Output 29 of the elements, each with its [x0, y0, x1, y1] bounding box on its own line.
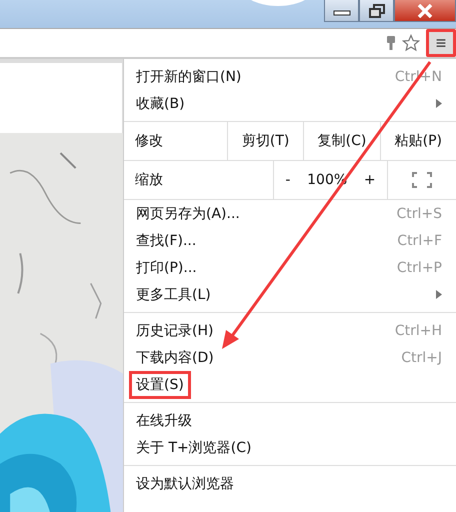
- minimize-button[interactable]: [324, 0, 359, 22]
- shortcut-text: Ctrl+H: [394, 322, 442, 338]
- menu-item[interactable]: 打开新的窗口(N): [129, 62, 248, 90]
- menu-item[interactable]: 设为默认浏览器: [129, 470, 241, 498]
- menu-item[interactable]: 网页另存为(A)...: [129, 200, 247, 228]
- shortcut-text: Ctrl+J: [401, 350, 442, 366]
- menu-item[interactable]: 关于 T+浏览器(C): [129, 434, 258, 462]
- key-icon[interactable]: [386, 35, 396, 51]
- close-icon: [416, 4, 434, 18]
- menu-item[interactable]: 在线升级: [129, 406, 199, 434]
- shortcut-text: Ctrl+P: [396, 260, 442, 276]
- shortcut-text: Ctrl+F: [397, 232, 442, 248]
- restore-icon: [368, 4, 384, 18]
- menu-item[interactable]: 历史记录(H): [129, 316, 220, 344]
- menu-item[interactable]: 查找(F)...: [129, 226, 204, 254]
- zoom-label: 缩放: [124, 161, 274, 199]
- menu-item[interactable]: 下载内容(D): [129, 344, 221, 372]
- fullscreen-icon: [412, 172, 432, 188]
- zoom-out-button[interactable]: -: [279, 172, 296, 188]
- menu-item[interactable]: 更多工具(L): [129, 280, 218, 308]
- menu-item[interactable]: 设置(S): [129, 370, 191, 398]
- menu-button[interactable]: ≡: [426, 29, 456, 57]
- close-button[interactable]: [394, 0, 456, 22]
- menu-item[interactable]: 打印(P)...: [129, 254, 204, 282]
- shortcut-text: Ctrl+S: [396, 206, 442, 222]
- star-icon[interactable]: [402, 34, 420, 52]
- menu-item[interactable]: 收藏(B): [129, 90, 192, 118]
- maximize-button[interactable]: [359, 0, 394, 22]
- zoom-in-button[interactable]: +: [358, 172, 382, 188]
